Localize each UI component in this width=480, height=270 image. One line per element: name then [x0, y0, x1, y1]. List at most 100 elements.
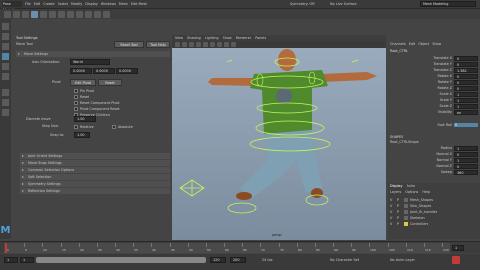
- axis-y-field[interactable]: 0.0000: [93, 68, 115, 74]
- snap-point-icon[interactable]: [76, 10, 83, 18]
- shadows-icon[interactable]: [210, 42, 215, 47]
- scale-tool-icon[interactable]: [2, 73, 9, 80]
- timeline-track[interactable]: 1 5 10 15 20 25 30 35 40 45 50 55 60 65 70 75 80 85 90 95 10…: [4, 243, 450, 253]
- snap-to-field[interactable]: 1.00: [74, 132, 90, 138]
- input-value[interactable]: 1: [454, 145, 478, 151]
- input-row[interactable]: Sweep 360: [390, 169, 478, 175]
- absolute-radio[interactable]: [112, 125, 116, 129]
- menu-modify[interactable]: Modify: [71, 2, 82, 6]
- anim-layer-label[interactable]: No Anim Layer: [390, 258, 415, 262]
- relative-option[interactable]: Relative: [74, 125, 94, 129]
- channel-value[interactable]: 0: [454, 73, 478, 79]
- menu-edit[interactable]: Edit: [34, 2, 41, 6]
- layer-playback-toggle[interactable]: P: [397, 216, 402, 220]
- input-value[interactable]: 0: [454, 151, 478, 157]
- channel-value[interactable]: 0: [454, 55, 478, 61]
- layer-visibility-toggle[interactable]: V: [390, 204, 395, 208]
- lasso-tool-icon[interactable]: [2, 33, 9, 40]
- absolute-option[interactable]: Absolute: [112, 125, 133, 129]
- options-menu[interactable]: Options: [405, 190, 418, 194]
- render-settings-icon[interactable]: [103, 10, 110, 18]
- render-icon[interactable]: [85, 10, 92, 18]
- reset-component-pivot-option[interactable]: Reset Component Pivot: [74, 101, 120, 105]
- channel-value[interactable]: 1: [454, 91, 478, 97]
- layout-two-icon[interactable]: [2, 109, 9, 116]
- channel-value[interactable]: 0: [454, 61, 478, 67]
- channel-tab-edit[interactable]: Edit: [409, 42, 416, 46]
- ipr-icon[interactable]: [94, 10, 101, 18]
- workspace-field[interactable]: Mesh Modeling: [420, 1, 476, 7]
- menu-file[interactable]: File: [25, 2, 31, 6]
- viewport-menu-show[interactable]: Show: [223, 36, 232, 40]
- camera-icon[interactable]: [175, 42, 180, 47]
- symmetry-status[interactable]: Symmetry: Off: [290, 2, 315, 6]
- pivot-component-reset-checkbox[interactable]: [74, 107, 78, 111]
- grid-icon[interactable]: [231, 42, 236, 47]
- layer-color-swatch[interactable]: [404, 216, 408, 220]
- menu-windows[interactable]: Windows: [101, 2, 116, 6]
- live-surface-status[interactable]: No Live Surface: [330, 2, 357, 6]
- channel-value[interactable]: 0: [454, 79, 478, 85]
- viewport-panel[interactable]: View Shading Lighting Show Renderer Panels: [172, 35, 386, 240]
- viewport-menu-lighting[interactable]: Lighting: [205, 36, 219, 40]
- channel-tab-channels[interactable]: Channels: [390, 42, 406, 46]
- viewport-menu-renderer[interactable]: Renderer: [236, 36, 251, 40]
- soft-selection-section[interactable]: Soft Selection: [20, 174, 170, 180]
- lights-icon[interactable]: [203, 42, 208, 47]
- input-value[interactable]: 0: [454, 163, 478, 169]
- paint-select-icon[interactable]: [49, 10, 56, 18]
- menu-create[interactable]: Create: [43, 2, 54, 6]
- reset-component-pivot-checkbox[interactable]: [74, 101, 78, 105]
- snap-grid-icon[interactable]: [58, 10, 65, 18]
- pivot-component-reset-option[interactable]: Pivot Component Reset: [74, 107, 120, 111]
- channel-row[interactable]: Visibility on: [390, 109, 478, 115]
- layer-playback-toggle[interactable]: P: [397, 204, 402, 208]
- axis-orientation-dropdown[interactable]: World: [70, 59, 110, 65]
- step-size-field[interactable]: 1.00: [74, 116, 96, 122]
- channel-tab-object[interactable]: Object: [418, 42, 429, 46]
- auto-key-button[interactable]: [452, 256, 460, 264]
- axis-z-field[interactable]: 0.0000: [116, 68, 138, 74]
- fps-label[interactable]: 24 fps: [262, 258, 273, 262]
- layer-visibility-toggle[interactable]: V: [390, 222, 395, 226]
- reset-option[interactable]: Reset: [74, 95, 89, 99]
- channel-value[interactable]: 1: [454, 97, 478, 103]
- new-scene-icon[interactable]: [4, 10, 11, 18]
- smooth-shade-icon[interactable]: [189, 42, 194, 47]
- lasso-icon[interactable]: [40, 10, 47, 18]
- xray-icon[interactable]: [217, 42, 222, 47]
- layer-color-swatch[interactable]: [404, 204, 408, 208]
- rotate-tool-icon[interactable]: [2, 63, 9, 70]
- menu-edit-mesh[interactable]: Edit Mesh: [131, 2, 148, 6]
- input-value[interactable]: 360: [454, 169, 478, 175]
- channel-value[interactable]: on: [454, 109, 478, 115]
- viewport-menu-view[interactable]: View: [175, 36, 183, 40]
- pin-pivot-option[interactable]: Pin Pivot: [74, 89, 94, 93]
- layer-visibility-toggle[interactable]: V: [390, 216, 395, 220]
- channel-value[interactable]: 1.382: [454, 67, 478, 73]
- menu-display[interactable]: Display: [85, 2, 98, 6]
- range-bar[interactable]: [36, 257, 206, 263]
- tool-help-button[interactable]: Tool Help: [146, 41, 170, 48]
- viewport-menu-shading[interactable]: Shading: [187, 36, 201, 40]
- highlight-channel[interactable]: Foot Roll 0: [390, 122, 478, 127]
- textured-icon[interactable]: [196, 42, 201, 47]
- move-snap-section[interactable]: Move Snap Settings: [20, 160, 170, 166]
- move-tool-icon[interactable]: [2, 53, 9, 60]
- layout-single-icon[interactable]: [2, 89, 9, 96]
- layer-playback-toggle[interactable]: P: [397, 210, 402, 214]
- layout-four-icon[interactable]: [2, 99, 9, 106]
- display-tab[interactable]: Display: [390, 184, 403, 188]
- anim-tab[interactable]: Anim: [407, 184, 416, 188]
- wireframe-icon[interactable]: [182, 42, 187, 47]
- select-icon[interactable]: [31, 10, 38, 18]
- channel-tab-show[interactable]: Show: [432, 42, 441, 46]
- move-settings-section[interactable]: Move Settings: [16, 51, 170, 57]
- layer-visibility-toggle[interactable]: V: [390, 210, 395, 214]
- input-value[interactable]: 1: [454, 157, 478, 163]
- relative-radio[interactable]: [74, 125, 78, 129]
- common-selection-section[interactable]: Common Selection Options: [20, 167, 170, 173]
- pin-pivot-checkbox[interactable]: [74, 89, 78, 93]
- range-start-field[interactable]: 1: [4, 257, 18, 263]
- help-menu[interactable]: Help: [422, 190, 430, 194]
